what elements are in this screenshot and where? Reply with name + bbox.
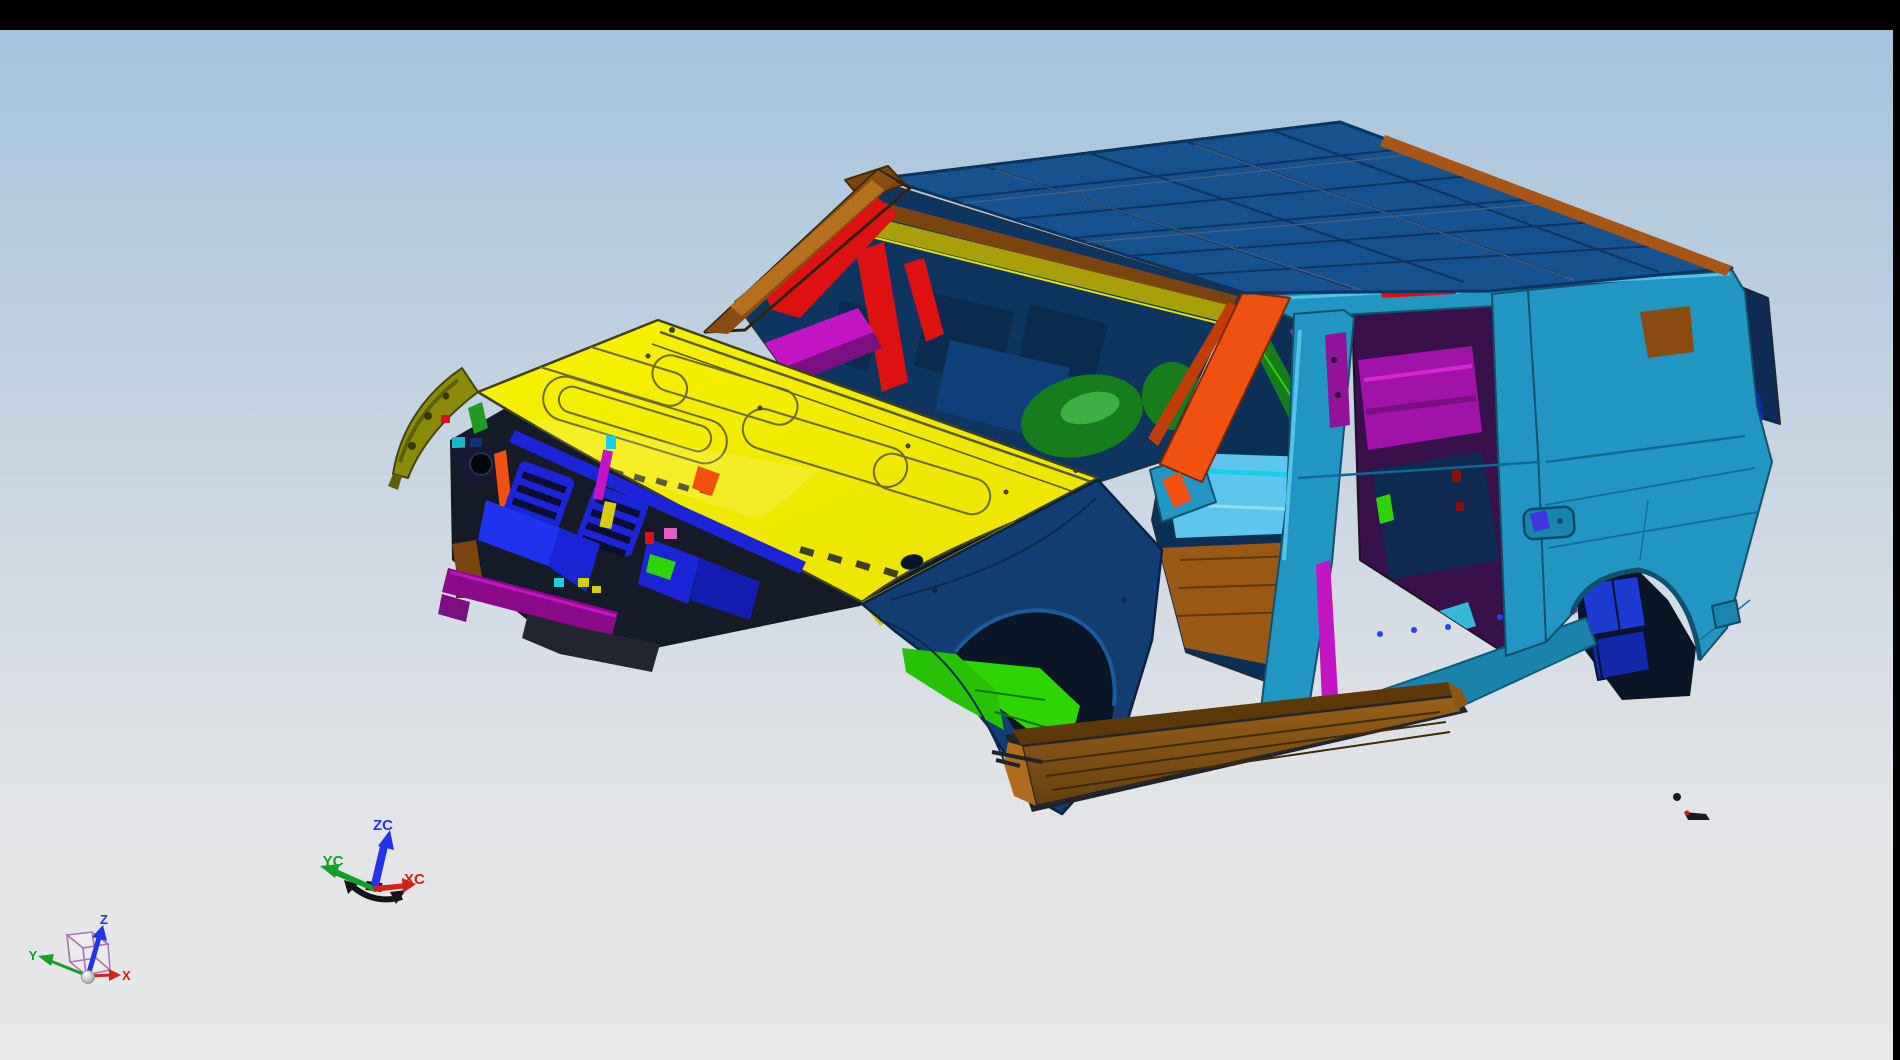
top-frame-bar bbox=[0, 0, 1900, 30]
view-x-label: X bbox=[122, 968, 131, 983]
wcs-z-label: ZC bbox=[373, 817, 393, 834]
wcs-y-label: YC bbox=[323, 853, 344, 870]
right-frame-bar bbox=[1893, 0, 1900, 1060]
grille-hole bbox=[470, 453, 492, 475]
wcs-x-label: XC bbox=[404, 871, 425, 888]
engine-bay-chip[interactable] bbox=[606, 436, 616, 449]
latch[interactable] bbox=[1456, 502, 1464, 511]
view-z-label: Z bbox=[100, 912, 108, 927]
door-handle-recess[interactable] bbox=[1523, 506, 1575, 539]
view-y-label: Y bbox=[29, 948, 38, 963]
rear-bumper-bracket[interactable] bbox=[1712, 600, 1740, 628]
triad-origin-sphere[interactable] bbox=[82, 971, 95, 984]
fender-chip-red[interactable] bbox=[441, 415, 450, 423]
cad-canvas[interactable]: ZC YC XC Z Y X bbox=[0, 0, 1900, 1060]
fender-chip-teal[interactable] bbox=[452, 437, 465, 448]
d-pillar-trim[interactable] bbox=[1640, 306, 1694, 358]
latch[interactable] bbox=[1452, 470, 1461, 482]
cad-application-window: ZC YC XC Z Y X bbox=[0, 0, 1900, 1060]
